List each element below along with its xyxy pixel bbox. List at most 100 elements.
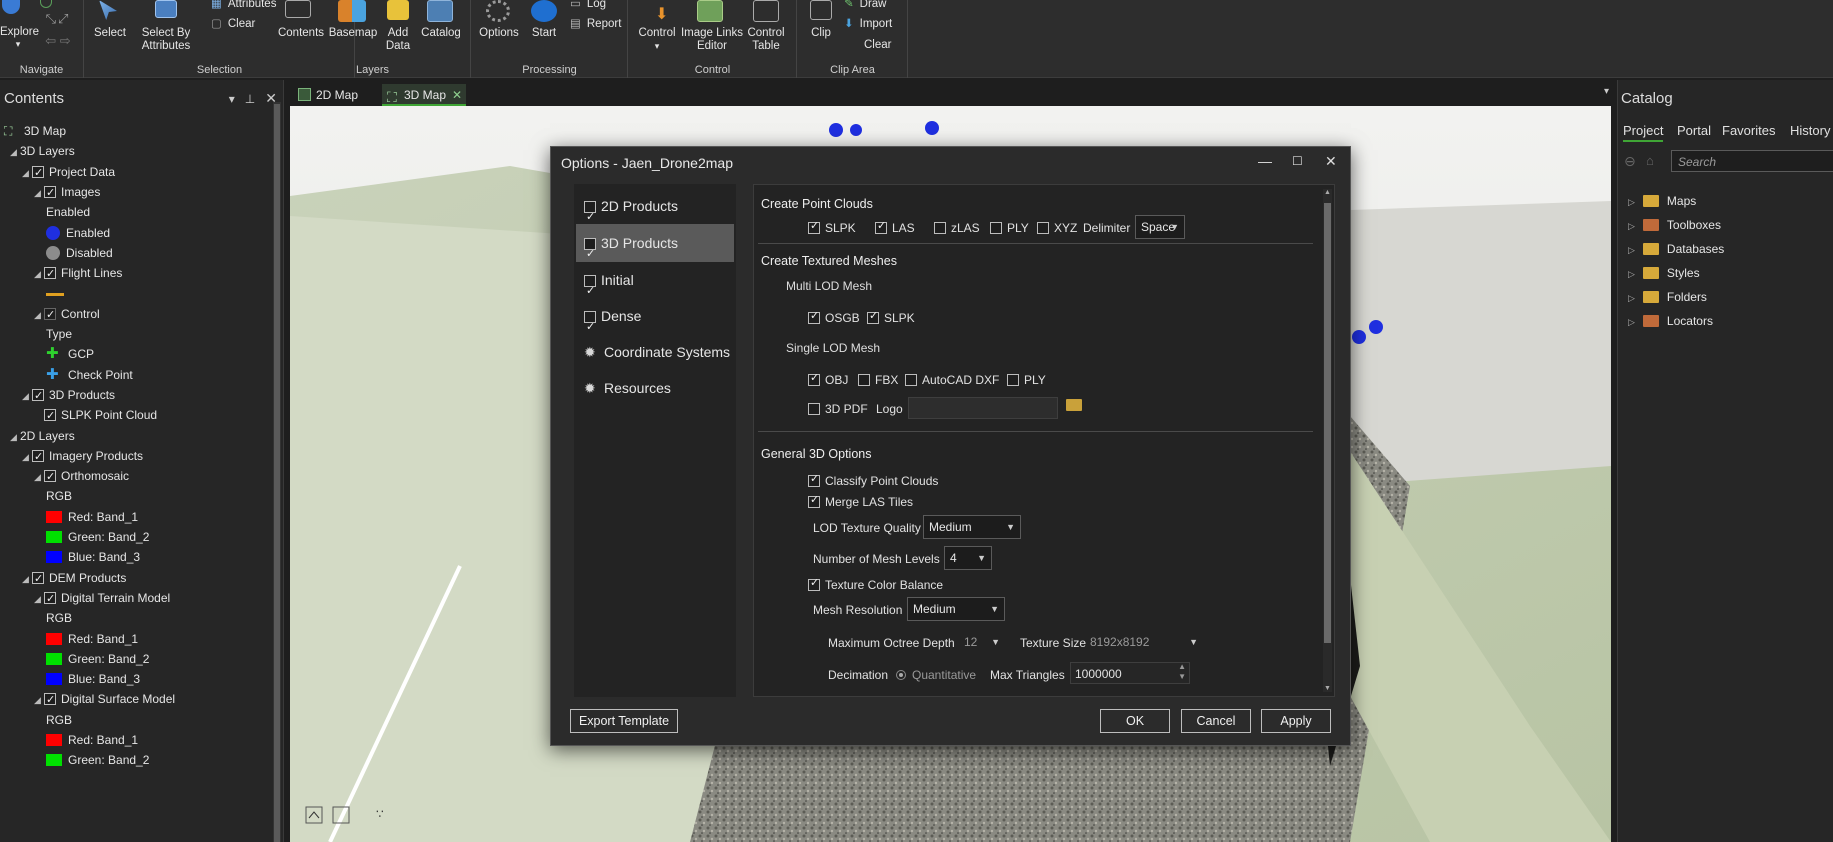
texture-color-balance-checkbox[interactable]: Texture Color Balance	[808, 576, 943, 592]
layer-visibility-checkbox[interactable]	[32, 386, 44, 406]
lod-texture-quality-select[interactable]: Medium ▼	[923, 515, 1021, 539]
collapse-triangle-icon[interactable]: ◢	[10, 427, 20, 447]
nav-3d-products[interactable]: 3D Products	[576, 224, 734, 273]
clear-clip-button[interactable]: Clear	[864, 39, 891, 51]
contents-button[interactable]: Contents	[275, 27, 327, 40]
log-button[interactable]: ▭ Log	[570, 0, 606, 10]
collapse-triangle-icon[interactable]: ◢	[22, 447, 32, 467]
tree-item[interactable]: ◢ Imagery Products	[22, 446, 143, 467]
xyz-checkbox[interactable]: XYZ	[1037, 221, 1077, 235]
max-triangles-input[interactable]: 1000000 ▲ ▼	[1070, 662, 1190, 684]
back-arrow-icon[interactable]: ⊖	[1624, 153, 1636, 170]
collapse-triangle-icon[interactable]: ◢	[22, 163, 32, 183]
tree-item[interactable]: ◢ Orthomosaic	[34, 466, 129, 487]
select-button[interactable]: Select	[90, 27, 130, 40]
nav-checkbox[interactable]	[584, 235, 596, 273]
osgb-checkbox[interactable]: OSGB	[808, 309, 860, 325]
layer-visibility-checkbox[interactable]	[44, 690, 56, 710]
texture-size-select[interactable]: 8192x8192 ▼	[1084, 630, 1204, 654]
slpk-mesh-checkbox[interactable]: SLPK	[867, 309, 915, 325]
fbx-checkbox[interactable]: FBX	[858, 373, 898, 387]
nav-checkbox[interactable]	[584, 272, 596, 310]
ok-button[interactable]: OK	[1100, 709, 1170, 733]
tree-item[interactable]: ◢ Digital Surface Model	[34, 689, 175, 710]
obj-checkbox[interactable]: OBJ	[808, 371, 848, 387]
layer-visibility-checkbox[interactable]	[32, 569, 44, 589]
cancel-button[interactable]: Cancel	[1181, 709, 1251, 733]
collapse-triangle-icon[interactable]: ◢	[34, 690, 44, 710]
collapse-triangle-icon[interactable]: ◢	[34, 305, 44, 325]
expand-triangle-icon[interactable]: ▷	[1628, 197, 1635, 207]
nav-2d-products[interactable]: 2D Products	[576, 187, 734, 236]
catalog-item-maps[interactable]: ▷ Maps	[1628, 194, 1696, 208]
export-template-button[interactable]: Export Template	[570, 709, 678, 733]
layer-visibility-checkbox[interactable]	[44, 264, 56, 284]
expand-triangle-icon[interactable]: ▷	[1628, 245, 1635, 255]
catalog-item-databases[interactable]: ▷ Databases	[1628, 242, 1724, 256]
catalog-item-locators[interactable]: ▷ Locators	[1628, 314, 1713, 328]
options-scrollbar-thumb[interactable]	[1324, 203, 1331, 643]
octree-depth-select[interactable]: 12 ▼	[958, 630, 1006, 654]
nav-coordinate-systems[interactable]: ✹ Coordinate Systems	[576, 333, 734, 371]
catalog-tab-favorites[interactable]: Favorites	[1722, 123, 1775, 138]
control-button[interactable]: Control	[633, 27, 681, 40]
collapse-triangle-icon[interactable]: ◢	[34, 589, 44, 609]
tree-item[interactable]: ◢ Digital Terrain Model	[34, 588, 170, 609]
pane-menu-icon[interactable]: ▾	[229, 92, 235, 106]
layer-visibility-checkbox[interactable]	[44, 406, 56, 426]
tab-2d-map[interactable]: 2D Map	[294, 84, 374, 106]
catalog-item-styles[interactable]: ▷ Styles	[1628, 266, 1700, 280]
merge-las-tiles-checkbox[interactable]: Merge LAS Tiles	[808, 493, 913, 509]
pin-icon[interactable]: ⊥	[245, 92, 255, 106]
clip-button[interactable]: Clip	[800, 27, 842, 40]
minimize-icon[interactable]: —	[1258, 153, 1272, 169]
layer-visibility-checkbox[interactable]	[32, 163, 44, 183]
start-button[interactable]: Start	[524, 27, 564, 40]
slpk-point-cloud-checkbox[interactable]: SLPK	[808, 219, 856, 235]
layer-visibility-checkbox[interactable]	[44, 183, 56, 203]
nav-resources[interactable]: ✹ Resources	[576, 369, 734, 407]
maximize-icon[interactable]: ☐	[1292, 154, 1303, 168]
collapse-triangle-icon[interactable]: ◢	[10, 142, 20, 162]
nav-initial[interactable]: Initial	[576, 261, 734, 310]
ply-mesh-checkbox[interactable]: PLY	[1007, 373, 1046, 387]
collapse-triangle-icon[interactable]: ◢	[34, 264, 44, 284]
mesh-resolution-select[interactable]: Medium ▼	[907, 597, 1005, 621]
layer-visibility-checkbox[interactable]	[32, 447, 44, 467]
tree-item[interactable]: ◢ Project Data	[22, 162, 115, 183]
dialog-close-icon[interactable]: ✕	[1325, 153, 1337, 170]
nav-dense[interactable]: Dense	[576, 297, 734, 346]
tree-item[interactable]: ◢ Flight Lines	[34, 263, 122, 284]
expand-triangle-icon[interactable]: ▷	[1628, 269, 1635, 279]
catalog-tab-portal[interactable]: Portal	[1677, 123, 1711, 138]
nav-checkbox[interactable]	[584, 198, 596, 236]
basemap-button[interactable]: Basemap	[327, 27, 379, 40]
expand-triangle-icon[interactable]: ▷	[1628, 221, 1635, 231]
options-scrollbar[interactable]: ▲ ▼	[1323, 189, 1332, 692]
tree-item[interactable]: ◢ Images	[34, 182, 100, 203]
catalog-item-toolboxes[interactable]: ▷ Toolboxes	[1628, 218, 1721, 232]
autocad-dxf-checkbox[interactable]: AutoCAD DXF	[905, 373, 999, 387]
nav-checkbox[interactable]	[584, 308, 596, 346]
tree-item[interactable]: ◢ 2D Layers	[10, 426, 75, 446]
home-icon[interactable]: ⌂	[1646, 153, 1654, 168]
catalog-search-box[interactable]: Search	[1671, 150, 1833, 172]
collapse-triangle-icon[interactable]: ◢	[22, 386, 32, 406]
control-table-button[interactable]: Control Table	[741, 27, 791, 53]
image-point[interactable]	[1352, 330, 1366, 344]
image-links-editor-button[interactable]: Image Links Editor	[679, 27, 745, 53]
expand-triangle-icon[interactable]: ▷	[1628, 317, 1635, 327]
layer-visibility-checkbox[interactable]	[44, 467, 56, 487]
add-data-button[interactable]: Add Data	[379, 27, 417, 53]
image-point[interactable]	[829, 123, 843, 137]
tab-3d-map[interactable]: ⛶ 3D Map ✕	[382, 84, 466, 106]
control-dropdown-icon[interactable]: ▾	[633, 40, 681, 53]
catalog-button[interactable]: Catalog	[419, 27, 463, 40]
draw-button[interactable]: ✎ Draw	[844, 0, 886, 10]
expand-triangle-icon[interactable]: ▷	[1628, 293, 1635, 303]
apply-button[interactable]: Apply	[1261, 709, 1331, 733]
tab-close-icon[interactable]: ✕	[452, 84, 462, 106]
catalog-tab-history[interactable]: History	[1790, 123, 1830, 138]
folder-open-icon[interactable]	[1066, 399, 1082, 411]
scroll-down-icon[interactable]: ▼	[1324, 685, 1331, 692]
